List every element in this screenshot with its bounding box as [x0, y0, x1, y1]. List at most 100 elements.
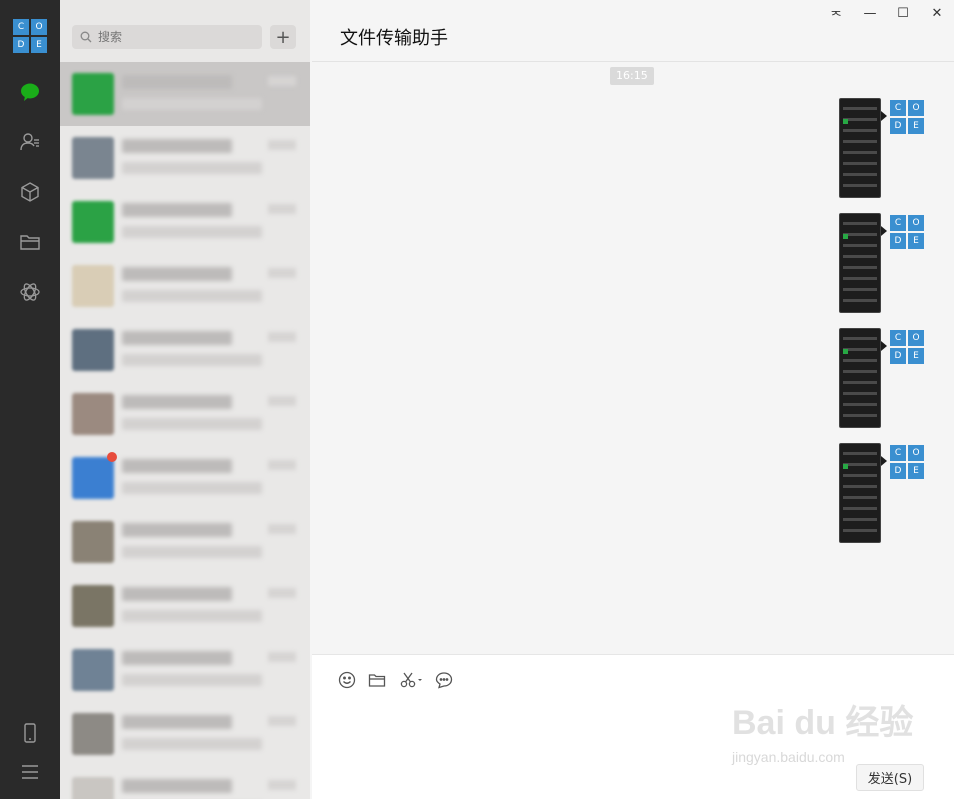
- contact-name-redacted: [122, 139, 232, 153]
- watermark-logo: Bai du 经验: [732, 704, 914, 742]
- image-content-line: [843, 381, 877, 384]
- sender-avatar[interactable]: CODE: [890, 215, 924, 249]
- chat-list-item[interactable]: [60, 766, 310, 799]
- profile-avatar[interactable]: C O D E: [13, 19, 47, 53]
- chat-list-item[interactable]: [60, 382, 310, 446]
- close-icon[interactable]: ✕: [927, 6, 947, 21]
- image-content-line: [843, 184, 877, 187]
- last-message-redacted: [122, 674, 262, 686]
- favorites-icon[interactable]: [18, 180, 42, 204]
- contact-name-redacted: [122, 715, 232, 729]
- message-time-redacted: [268, 652, 296, 662]
- emoji-icon[interactable]: [336, 669, 358, 691]
- nav-rail: C O D E: [0, 0, 60, 799]
- avatar-letter: C: [890, 330, 906, 346]
- image-content-line: [843, 518, 877, 521]
- last-message-redacted: [122, 418, 262, 430]
- last-message-redacted: [122, 738, 262, 750]
- image-content-line: [843, 244, 877, 247]
- message-time-redacted: [268, 588, 296, 598]
- chat-panel: 文件传输助手 ᅐ — ☐ ✕ 16:15 CODECODECODECODE Ba…: [312, 0, 954, 799]
- image-content-line: [843, 173, 877, 176]
- avatar-letter: E: [908, 118, 924, 134]
- chat-history-icon[interactable]: [433, 669, 455, 691]
- last-message-redacted: [122, 226, 262, 238]
- menu-icon[interactable]: [18, 760, 42, 784]
- last-message-redacted: [122, 98, 262, 110]
- files-icon[interactable]: [18, 230, 42, 254]
- contact-avatar: [72, 393, 114, 435]
- minimize-icon[interactable]: —: [860, 6, 880, 21]
- maximize-icon[interactable]: ☐: [893, 6, 913, 21]
- image-content-line: [843, 140, 877, 143]
- message-time-redacted: [268, 460, 296, 470]
- chat-list-item[interactable]: [60, 638, 310, 702]
- search-box[interactable]: [72, 25, 262, 49]
- chat-list-item[interactable]: [60, 574, 310, 638]
- pin-icon[interactable]: ᅐ: [826, 6, 846, 25]
- image-content-line: [843, 222, 877, 225]
- avatar-letter: D: [890, 233, 906, 249]
- contacts-icon[interactable]: [18, 130, 42, 154]
- contact-avatar: [72, 201, 114, 243]
- chat-list-panel: +: [60, 0, 310, 799]
- phone-icon[interactable]: [18, 721, 42, 745]
- image-content-line: [843, 129, 877, 132]
- chat-list-item[interactable]: [60, 446, 310, 510]
- image-message[interactable]: [839, 328, 881, 428]
- chat-list-item[interactable]: [60, 318, 310, 382]
- input-area[interactable]: Bai du 经验 jingyan.baidu.com 发送(S): [312, 654, 954, 799]
- avatar-letter: O: [908, 215, 924, 231]
- mini-programs-icon[interactable]: [18, 280, 42, 304]
- message-time-redacted: [268, 204, 296, 214]
- send-button[interactable]: 发送(S): [856, 764, 924, 791]
- folder-icon[interactable]: [366, 669, 388, 691]
- chat-list-item[interactable]: [60, 702, 310, 766]
- sender-avatar[interactable]: CODE: [890, 445, 924, 479]
- chat-list-item[interactable]: [60, 510, 310, 574]
- avatar-letter: D: [890, 348, 906, 364]
- image-content-accent: [843, 119, 848, 124]
- image-content-line: [843, 118, 877, 121]
- image-message[interactable]: [839, 98, 881, 198]
- contact-avatar: [72, 73, 114, 115]
- contact-name-redacted: [122, 267, 232, 281]
- image-content-line: [843, 414, 877, 417]
- image-content-line: [843, 151, 877, 154]
- chat-list-item[interactable]: [60, 62, 310, 126]
- bubble-arrow: [881, 111, 887, 121]
- avatar-letter: O: [908, 330, 924, 346]
- image-content-line: [843, 496, 877, 499]
- image-content-line: [843, 529, 877, 532]
- add-button[interactable]: +: [270, 25, 296, 49]
- contact-avatar: [72, 137, 114, 179]
- watermark-url: jingyan.baidu.com: [732, 749, 845, 765]
- scissors-icon[interactable]: [398, 669, 426, 691]
- avatar-letter: E: [908, 233, 924, 249]
- search-input[interactable]: [98, 30, 248, 44]
- sender-avatar[interactable]: CODE: [890, 330, 924, 364]
- chat-list-item[interactable]: [60, 190, 310, 254]
- avatar-letter: E: [908, 348, 924, 364]
- avatar-letter: E: [31, 37, 47, 53]
- chat-icon[interactable]: [18, 80, 42, 104]
- image-message[interactable]: [839, 443, 881, 543]
- chat-list-item[interactable]: [60, 254, 310, 318]
- chat-list-item[interactable]: [60, 126, 310, 190]
- image-content-accent: [843, 349, 848, 354]
- sender-avatar[interactable]: CODE: [890, 100, 924, 134]
- image-content-line: [843, 277, 877, 280]
- last-message-redacted: [122, 482, 262, 494]
- image-content-line: [843, 474, 877, 477]
- avatar-letter: D: [890, 118, 906, 134]
- message-time-redacted: [268, 396, 296, 406]
- message-time-redacted: [268, 268, 296, 278]
- message-time-redacted: [268, 140, 296, 150]
- last-message-redacted: [122, 290, 262, 302]
- contact-avatar: [72, 777, 114, 799]
- message-time-redacted: [268, 716, 296, 726]
- image-message[interactable]: [839, 213, 881, 313]
- avatar-letter: O: [31, 19, 47, 35]
- contact-avatar: [72, 329, 114, 371]
- image-content-line: [843, 392, 877, 395]
